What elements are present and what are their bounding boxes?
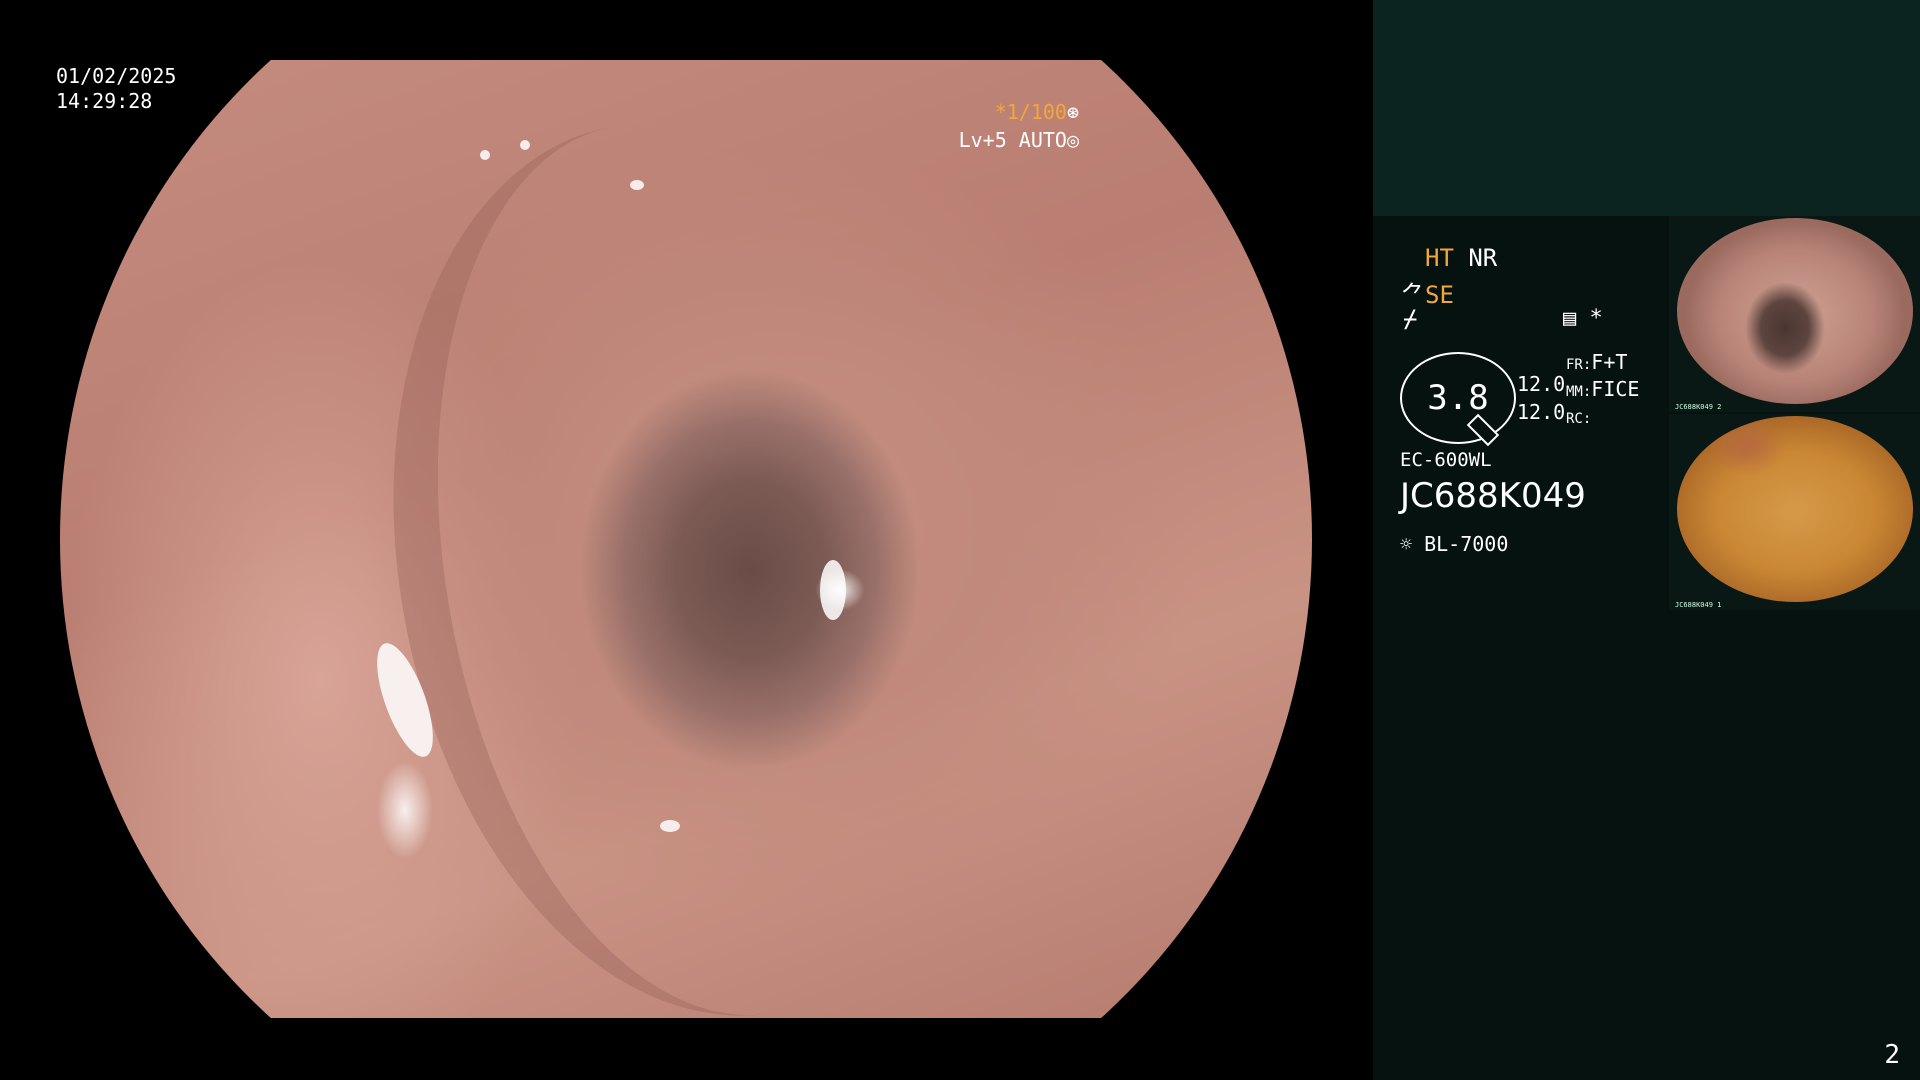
mucosal-fold xyxy=(340,83,1046,1057)
light-source-row: ☼ BL-7000 xyxy=(1400,532,1508,556)
shutter-speed: *1/100 xyxy=(994,100,1067,124)
exposure-info: *1/100⊛ Lv+5 AUTO◎ xyxy=(959,98,1079,154)
serial-number: JC688K049 xyxy=(1400,476,1586,516)
thumbnail-serial: JC688K049 xyxy=(1675,403,1713,411)
thumbnail-image xyxy=(1677,218,1913,404)
fr-key: FR: xyxy=(1566,357,1592,373)
settings-list: FR:F+T MM:FICE RC: xyxy=(1566,350,1639,431)
date-text: 01/02/2025 xyxy=(56,64,177,88)
thumbnail-2[interactable]: JC688K049 1 xyxy=(1669,414,1920,610)
nr-indicator: NR xyxy=(1468,244,1498,272)
page-number: 2 xyxy=(1884,1040,1900,1070)
mm-value: FICE xyxy=(1591,377,1640,401)
light-source-icon: ☼ xyxy=(1400,532,1413,556)
time-text: 14:29:28 xyxy=(56,89,153,113)
thumbnail-serial: JC688K049 xyxy=(1675,601,1713,609)
ht-nr-row: HT NR xyxy=(1425,244,1497,272)
thumbnail-1[interactable]: JC688K049 2 xyxy=(1669,216,1920,412)
scope-model: EC-600WL xyxy=(1400,449,1492,471)
zoom-left-value: 12.0 xyxy=(1517,372,1566,396)
iris-icon: ◎ xyxy=(1066,128,1079,152)
specular-highlight xyxy=(630,180,644,190)
rc-key: RC: xyxy=(1566,411,1592,427)
specular-highlight xyxy=(820,560,846,620)
zoom-badge-stub xyxy=(1466,413,1500,447)
fr-value: F+T xyxy=(1591,350,1628,374)
thumbnail-caption: JC688K049 2 xyxy=(1675,403,1721,411)
ht-indicator: HT xyxy=(1425,244,1454,272)
specular-highlight xyxy=(520,140,530,150)
endoscope-view: 01/02/2025 14:29:28 *1/100⊛ Lv+5 AUTO◎ xyxy=(0,0,1373,1080)
zoom-badge: 3.8 xyxy=(1400,352,1516,447)
brightness-level: Lv+5 AUTO xyxy=(958,128,1067,152)
thumbnail-number: 2 xyxy=(1717,403,1722,411)
star-icon: * xyxy=(1589,306,1603,331)
light-source-text: BL-7000 xyxy=(1424,532,1509,556)
mm-key: MM: xyxy=(1566,384,1592,400)
lightning-icon: ⌿ xyxy=(1403,305,1418,333)
zoom-value: 3.8 xyxy=(1427,378,1489,418)
aperture-icon: ⊛ xyxy=(1066,100,1079,124)
specular-highlight xyxy=(660,820,680,832)
specular-highlight xyxy=(480,150,490,160)
zoom-numbers: 12.0 12.0 xyxy=(1517,370,1565,426)
thumbnail-number: 1 xyxy=(1717,601,1722,609)
memo-icon: ▤ xyxy=(1563,306,1577,331)
thumbnail-image xyxy=(1677,416,1913,602)
endoscopic-image xyxy=(60,60,1312,1057)
thumbnail-caption: JC688K049 1 xyxy=(1675,601,1721,609)
timestamp: 01/02/2025 14:29:28 xyxy=(56,64,176,114)
zoom-right-value: 12.0 xyxy=(1517,400,1566,424)
se-indicator: SE xyxy=(1425,281,1454,309)
info-panel-header xyxy=(1373,0,1920,216)
panel-icons: ▤ * xyxy=(1563,306,1603,331)
info-panel: HT NR ⺈SE ⌿ ▤ * 3.8 12.0 12.0 FR:F+T MM:… xyxy=(1373,0,1920,1080)
